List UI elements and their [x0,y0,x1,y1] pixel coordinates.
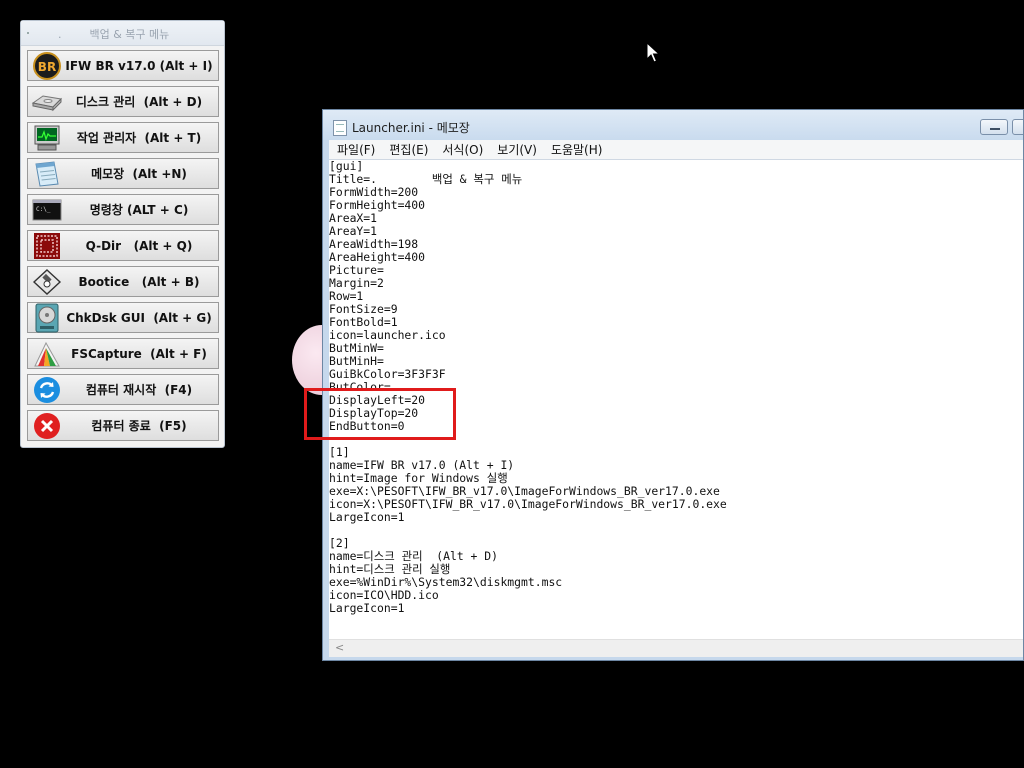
bootice-button[interactable]: Bootice (Alt + B) [27,266,219,297]
menu-help[interactable]: 도움말(H) [551,141,603,158]
notepad-label: 메모장 (Alt +N) [91,167,187,181]
notepad-doc-icon [333,120,347,136]
menu-view[interactable]: 보기(V) [497,141,537,158]
notepad-window: Launcher.ini - 메모장 파일(F) 편집(E) 서식(O) 보기(… [322,109,1024,661]
titlebar-dot [27,32,29,34]
qdir-button[interactable]: Q-Dir (Alt + Q) [27,230,219,261]
shutdown-icon [30,412,64,440]
restart-computer-button[interactable]: 컴퓨터 재시작 (F4) [27,374,219,405]
disk-management-label: 디스크 관리 (Alt + D) [75,95,203,109]
notepad-titlebar[interactable]: Launcher.ini - 메모장 [323,110,1023,140]
task-manager-icon [30,124,64,152]
menu-file[interactable]: 파일(F) [337,141,375,158]
shutdown-computer-label: 컴퓨터 종료 (F5) [91,419,187,433]
bootice-label: Bootice (Alt + B) [78,274,200,289]
chkdsk-gui-label: ChkDsk GUI (Alt + G) [66,310,212,325]
ifw-br-label: IFW BR v17.0 (Alt + I) [65,58,213,73]
task-manager-label: 작업 관리자 (Alt + T) [76,131,202,145]
scroll-left-arrow-icon[interactable]: < [335,641,344,654]
restart-computer-label: 컴퓨터 재시작 (F4) [85,383,193,397]
notepad-button[interactable]: 메모장 (Alt +N) [27,158,219,189]
fscapture-icon [30,340,64,368]
br-logo-icon: BR [30,51,64,80]
task-manager-button[interactable]: 작업 관리자 (Alt + T) [27,122,219,153]
launcher-title: . 백업 & 복구 메뉴 [58,28,170,41]
chkdsk-gui-button[interactable]: ChkDsk GUI (Alt + G) [27,302,219,333]
fscapture-button[interactable]: FSCapture (Alt + F) [27,338,219,369]
notepad-menubar: 파일(F) 편집(E) 서식(O) 보기(V) 도움말(H) [329,140,1023,159]
highlight-annotation-box [304,388,456,440]
command-prompt-icon: C:\_ [30,196,64,224]
svg-text:BR: BR [38,60,56,74]
menu-edit[interactable]: 편집(E) [389,141,428,158]
qdir-icon [30,232,64,260]
notepad-icon [30,160,64,188]
minimize-button[interactable] [980,119,1008,135]
launcher-window: . 백업 & 복구 메뉴 BR IFW BR v17.0 (Alt + I) 디… [20,20,225,448]
command-prompt-button[interactable]: C:\_ 명령창 (ALT + C) [27,194,219,225]
floppy-tool-icon [30,268,64,296]
horizontal-scrollbar[interactable]: < [329,639,1023,657]
command-prompt-label: 명령창 (ALT + C) [89,203,189,217]
maximize-button[interactable] [1012,119,1023,135]
shutdown-computer-button[interactable]: 컴퓨터 종료 (F5) [27,410,219,441]
ifw-br-button[interactable]: BR IFW BR v17.0 (Alt + I) [27,50,219,81]
menu-format[interactable]: 서식(O) [442,141,483,158]
disk-drive-icon [30,88,64,116]
fscapture-label: FSCapture (Alt + F) [71,346,207,361]
qdir-label: Q-Dir (Alt + Q) [85,238,193,253]
launcher-titlebar[interactable]: . 백업 & 복구 메뉴 [21,21,224,46]
notepad-title: Launcher.ini - 메모장 [352,121,470,135]
restart-icon [30,376,64,404]
disk-management-button[interactable]: 디스크 관리 (Alt + D) [27,86,219,117]
chkdsk-icon [30,303,64,332]
svg-text:C:\_: C:\_ [36,206,51,213]
mouse-cursor-icon [646,41,661,68]
